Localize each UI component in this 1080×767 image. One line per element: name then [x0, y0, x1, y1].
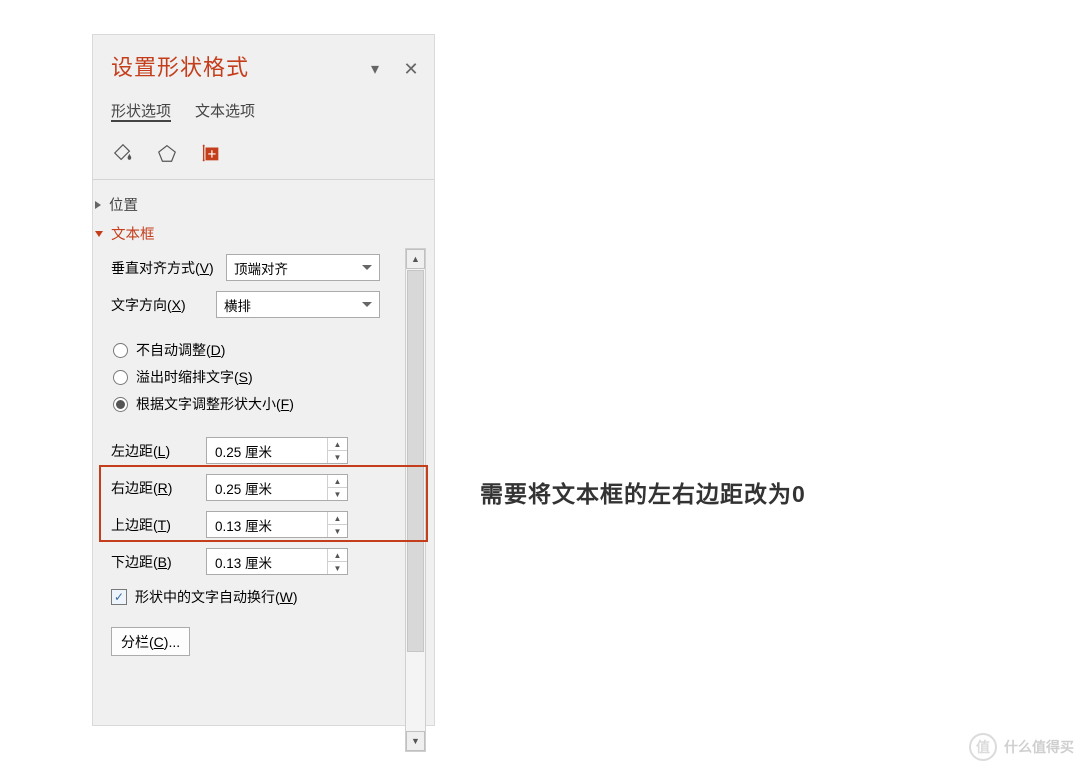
- radio-resize-shape[interactable]: 根据文字调整形状大小(F): [113, 394, 391, 414]
- close-icon[interactable]: ✕: [402, 59, 420, 77]
- annotation-text: 需要将文本框的左右边距改为0: [480, 475, 806, 509]
- spinner-down-icon[interactable]: ▼: [328, 525, 347, 537]
- watermark-logo-icon: 值: [969, 733, 997, 761]
- scrollbar-thumb[interactable]: [407, 270, 424, 652]
- spinner-down-icon[interactable]: ▼: [328, 488, 347, 500]
- text-direction-label: 文字方向(X): [111, 295, 206, 315]
- text-direction-dropdown[interactable]: 横排: [216, 291, 380, 318]
- right-margin-label: 右边距(R): [111, 478, 186, 498]
- radio-no-adjust[interactable]: 不自动调整(D): [113, 340, 391, 360]
- bottom-margin-label: 下边距(B): [111, 552, 186, 572]
- section-position[interactable]: 位置: [95, 194, 391, 215]
- radio-icon: [113, 370, 128, 385]
- scrollbar[interactable]: ▲ ▼: [405, 248, 426, 752]
- spinner-up-icon[interactable]: ▲: [328, 549, 347, 562]
- spinner-up-icon[interactable]: ▲: [328, 512, 347, 525]
- watermark: 值 什么值得买: [969, 733, 1074, 761]
- panel-menu-caret-icon[interactable]: ▾: [366, 59, 384, 77]
- spinner-down-icon[interactable]: ▼: [328, 562, 347, 574]
- spinner-up-icon[interactable]: ▲: [328, 438, 347, 451]
- radio-icon: [113, 343, 128, 358]
- size-properties-icon[interactable]: [199, 141, 223, 165]
- checkbox-checked-icon: ✓: [111, 589, 127, 605]
- columns-button[interactable]: 分栏(C)...: [111, 627, 190, 656]
- left-margin-input[interactable]: 0.25 厘米 ▲▼: [206, 437, 348, 464]
- spinner-up-icon[interactable]: ▲: [328, 475, 347, 488]
- effects-pentagon-icon[interactable]: [155, 141, 179, 165]
- bottom-margin-input[interactable]: 0.13 厘米 ▲▼: [206, 548, 348, 575]
- scroll-up-icon[interactable]: ▲: [406, 249, 425, 269]
- section-textbox[interactable]: 文本框: [95, 223, 391, 244]
- chevron-down-icon: [362, 265, 372, 270]
- top-margin-input[interactable]: 0.13 厘米 ▲▼: [206, 511, 348, 538]
- chevron-right-icon: [95, 201, 101, 209]
- fill-bucket-icon[interactable]: [111, 141, 135, 165]
- radio-shrink-text[interactable]: 溢出时缩排文字(S): [113, 367, 391, 387]
- chevron-down-icon: [95, 231, 103, 237]
- panel-title: 设置形状格式: [111, 55, 249, 80]
- scrollbar-track[interactable]: [406, 269, 425, 733]
- tab-shape-options[interactable]: 形状选项: [111, 100, 171, 129]
- tab-text-options[interactable]: 文本选项: [195, 100, 255, 129]
- spinner-down-icon[interactable]: ▼: [328, 451, 347, 463]
- vertical-align-label: 垂直对齐方式(V): [111, 258, 216, 278]
- scroll-down-icon[interactable]: ▼: [406, 731, 425, 751]
- left-margin-label: 左边距(L): [111, 441, 186, 461]
- radio-icon: [113, 397, 128, 412]
- chevron-down-icon: [362, 302, 372, 307]
- right-margin-input[interactable]: 0.25 厘米 ▲▼: [206, 474, 348, 501]
- top-margin-label: 上边距(T): [111, 515, 186, 535]
- format-shape-panel: 设置形状格式 ▾ ✕ 形状选项 文本选项 位置 文本框 垂直对齐方式(V): [92, 34, 435, 726]
- vertical-align-dropdown[interactable]: 顶端对齐: [226, 254, 380, 281]
- wrap-text-checkbox[interactable]: ✓ 形状中的文字自动换行(W): [111, 587, 391, 607]
